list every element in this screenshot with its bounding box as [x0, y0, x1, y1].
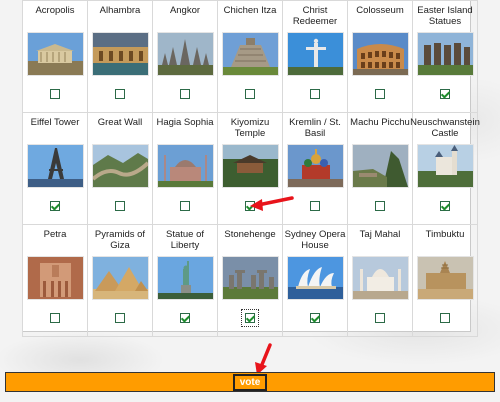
wonder-cell-neuschwanstein: Neuschwanstein Castle	[410, 112, 480, 225]
stonehenge-photo	[221, 256, 279, 300]
pyramids-photo	[91, 256, 149, 300]
vote-checkbox-timbuktu[interactable]	[440, 313, 450, 323]
vote-checkbox-machu-picchu[interactable]	[375, 201, 385, 211]
wonder-cell-stonehenge: Stonehenge	[217, 224, 283, 337]
wonder-cell-alhambra: Alhambra	[87, 0, 153, 113]
vote-checkbox-alhambra[interactable]	[115, 89, 125, 99]
wonder-cell-christ-redeemer: Christ Redeemer	[282, 0, 348, 113]
vote-checkbox-hagia-sophia[interactable]	[180, 201, 190, 211]
wonder-label: Pyramids of Giza	[94, 229, 146, 251]
wonder-cell-easter-island: Easter Island Statues	[412, 0, 478, 113]
taj-mahal-photo	[351, 256, 409, 300]
vote-checkbox-stonehenge[interactable]	[241, 309, 259, 327]
vote-checkbox-petra[interactable]	[50, 313, 60, 323]
eiffel-tower-photo	[26, 144, 84, 188]
kremlin-photo	[286, 144, 344, 188]
hagia-sophia-photo	[156, 144, 214, 188]
vote-checkbox-neuschwanstein[interactable]	[440, 201, 450, 211]
vote-checkbox-easter-island[interactable]	[440, 89, 450, 99]
wonder-label: Taj Mahal	[359, 229, 401, 240]
wonder-label: Sydney Opera House	[284, 229, 346, 251]
neuschwanstein-photo	[416, 144, 474, 188]
wonder-cell-statue-of-liberty: Statue of Liberty	[152, 224, 218, 337]
timbuktu-photo	[416, 256, 474, 300]
wonder-cell-hagia-sophia: Hagia Sophia	[152, 112, 218, 225]
wonder-cell-machu-picchu: Machu Picchu	[347, 112, 413, 225]
acropolis-photo	[26, 32, 84, 76]
vote-checkbox-acropolis[interactable]	[50, 89, 60, 99]
wonder-label: Christ Redeemer	[292, 5, 338, 27]
wonder-label: Colosseum	[356, 5, 404, 16]
vote-checkbox-kremlin[interactable]	[310, 201, 320, 211]
wonder-cell-great-wall: Great Wall	[87, 112, 153, 225]
wonder-label: Chichen Itza	[223, 5, 277, 16]
wonder-label: Timbuktu	[425, 229, 465, 240]
wonder-label: Statue of Liberty	[165, 229, 205, 251]
wonder-cell-petra: Petra	[22, 224, 88, 337]
angkor-photo	[156, 32, 214, 76]
wonder-cell-timbuktu: Timbuktu	[412, 224, 478, 337]
colosseum-photo	[351, 32, 409, 76]
wonder-cell-chichen-itza: Chichen Itza	[217, 0, 283, 113]
wonder-cell-pyramids: Pyramids of Giza	[87, 224, 153, 337]
wonder-label: Kiyomizu Temple	[230, 117, 270, 139]
vote-checkbox-chichen-itza[interactable]	[245, 89, 255, 99]
wonder-label: Kremlin / St. Basil	[289, 117, 341, 139]
great-wall-photo	[91, 144, 149, 188]
sydney-opera-photo	[286, 256, 344, 300]
vote-bar: vote	[5, 372, 495, 392]
alhambra-photo	[91, 32, 149, 76]
kiyomizu-temple-photo	[221, 144, 279, 188]
statue-of-liberty-photo	[156, 256, 214, 300]
wonder-cell-eiffel-tower: Eiffel Tower	[22, 112, 88, 225]
wonder-label: Angkor	[169, 5, 201, 16]
vote-checkbox-great-wall[interactable]	[115, 201, 125, 211]
machu-picchu-photo	[351, 144, 409, 188]
petra-photo	[26, 256, 84, 300]
wonder-label: Stonehenge	[224, 229, 276, 240]
christ-redeemer-photo	[286, 32, 344, 76]
wonder-label: Easter Island Statues	[417, 5, 473, 27]
wonder-cell-colosseum: Colosseum	[347, 0, 413, 113]
red-arrow-icon	[250, 196, 294, 211]
vote-checkbox-taj-mahal[interactable]	[375, 313, 385, 323]
wonder-cell-sydney-opera: Sydney Opera House	[282, 224, 348, 337]
wonder-label: Hagia Sophia	[156, 117, 214, 128]
vote-button[interactable]: vote	[232, 373, 268, 391]
wonder-label: Great Wall	[97, 117, 143, 128]
wonder-label: Neuschwanstein Castle	[410, 117, 480, 139]
wonder-label: Acropolis	[35, 5, 75, 16]
wonder-label: Alhambra	[99, 5, 141, 16]
wonder-cell-angkor: Angkor	[152, 0, 218, 113]
easter-island-photo	[416, 32, 474, 76]
vote-checkbox-colosseum[interactable]	[375, 89, 385, 99]
vote-checkbox-christ-redeemer[interactable]	[310, 89, 320, 99]
vote-checkbox-sydney-opera[interactable]	[310, 313, 320, 323]
vote-checkbox-angkor[interactable]	[180, 89, 190, 99]
wonder-label: Machu Picchu	[350, 117, 410, 128]
vote-checkbox-eiffel-tower[interactable]	[50, 201, 60, 211]
vote-checkbox-pyramids[interactable]	[115, 313, 125, 323]
wonders-grid: Acropolis Alhambra Angkor Chichen Itza C…	[22, 0, 480, 337]
wonder-label: Petra	[43, 229, 67, 240]
vote-checkbox-statue-of-liberty[interactable]	[180, 313, 190, 323]
wonders-table: Acropolis Alhambra Angkor Chichen Itza C…	[22, 0, 480, 337]
wonder-label: Eiffel Tower	[30, 117, 80, 128]
wonder-cell-acropolis: Acropolis	[22, 0, 88, 113]
wonder-cell-taj-mahal: Taj Mahal	[347, 224, 413, 337]
chichen-itza-photo	[221, 32, 279, 76]
